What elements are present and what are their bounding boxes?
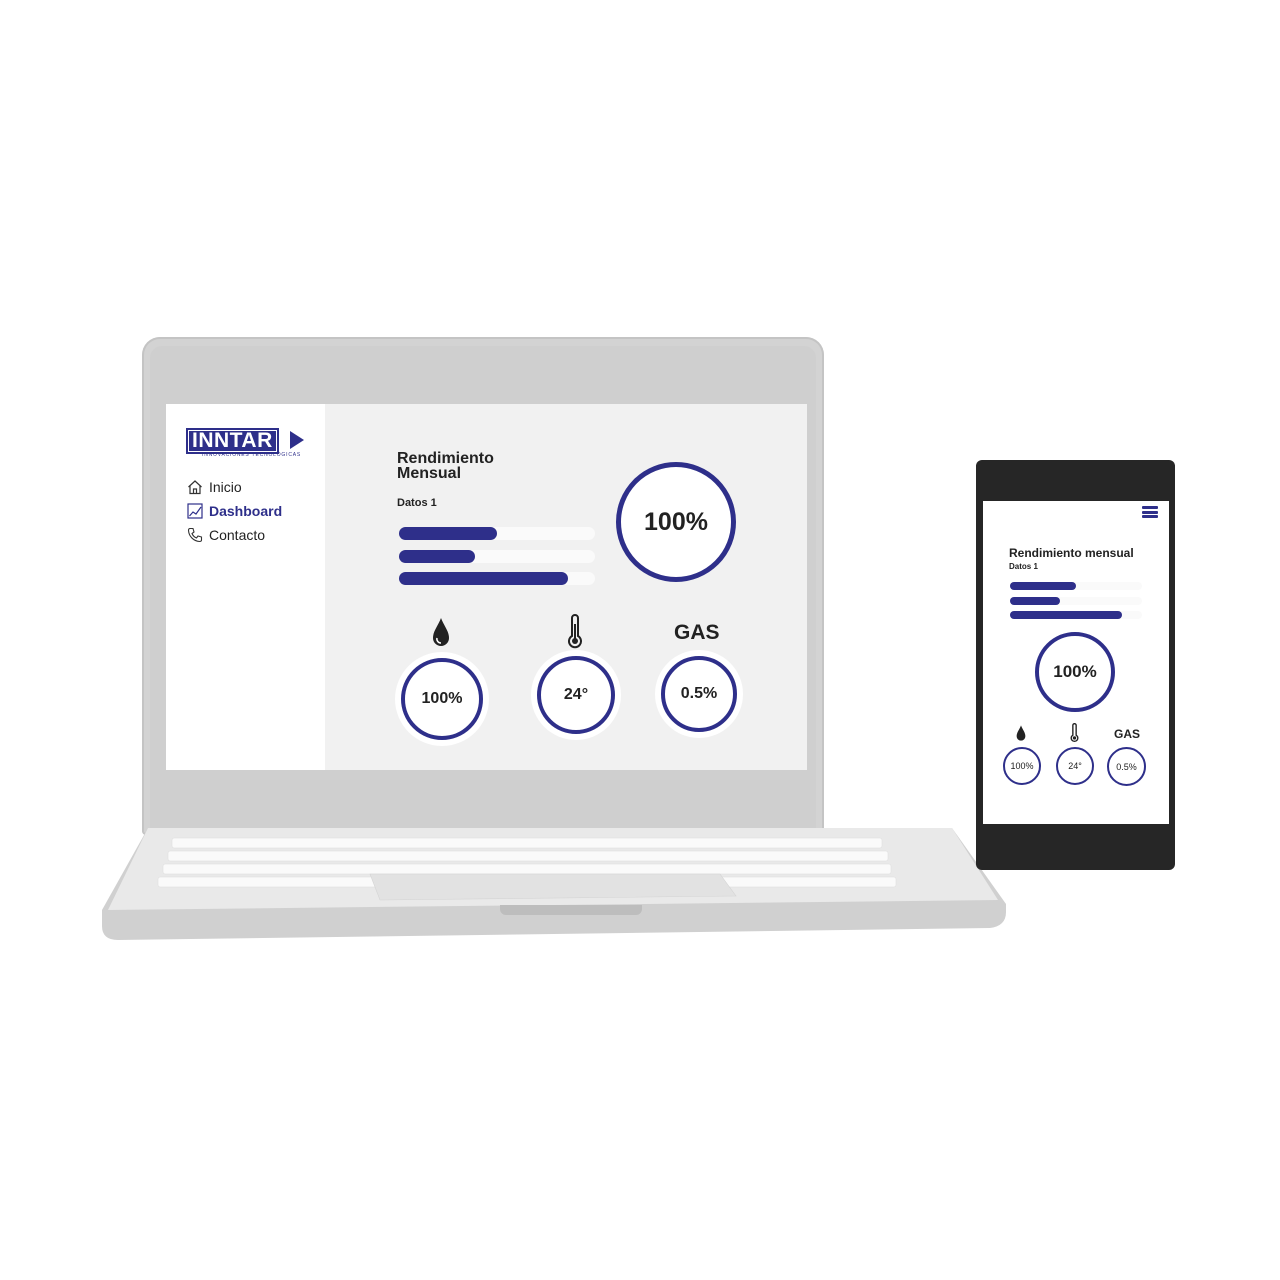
- temperature-gauge: 24°: [1056, 747, 1094, 785]
- progress-bar-2: [399, 550, 595, 563]
- brand-name: INNTAR: [186, 428, 279, 454]
- sidebar-item-label: Contacto: [209, 527, 266, 543]
- progress-bar-fill: [1010, 582, 1076, 590]
- laptop-hinge-notch: [500, 905, 642, 915]
- progress-bar-fill: [399, 527, 497, 540]
- water-drop-icon: [1016, 725, 1026, 741]
- chart-icon: [187, 503, 203, 519]
- page-title: Rendimiento Mensual: [397, 450, 494, 482]
- gas-gauge: 0.5%: [1107, 747, 1146, 786]
- water-gauge: 100%: [401, 658, 483, 740]
- page-title: Rendimiento mensual: [1009, 546, 1134, 560]
- main-gauge: 100%: [1035, 632, 1115, 712]
- sidebar-item-inicio[interactable]: Inicio: [187, 477, 242, 497]
- sidebar-item-contacto[interactable]: Contacto: [187, 525, 265, 545]
- water-gauge: 100%: [1003, 747, 1041, 785]
- gas-gauge: 0.5%: [661, 656, 737, 732]
- phone-icon: [187, 527, 203, 543]
- progress-bar-2: [1010, 597, 1142, 605]
- trackpad[interactable]: [369, 873, 737, 901]
- progress-bar-3: [1010, 611, 1142, 619]
- laptop-base: [102, 828, 1006, 940]
- water-drop-icon: [433, 618, 449, 646]
- main-gauge: 100%: [616, 462, 736, 582]
- brand-logo[interactable]: INNTAR INNOVACIONES TECNOLÓGICAS: [186, 428, 304, 460]
- datos-label: Datos 1: [397, 497, 437, 509]
- logo-arrow-icon: [290, 431, 304, 449]
- progress-bar-fill: [399, 550, 476, 563]
- progress-bar-fill: [399, 572, 568, 585]
- gas-label: GAS: [1114, 727, 1141, 741]
- sidebar-item-dashboard[interactable]: Dashboard: [187, 501, 282, 521]
- progress-bar-fill: [1010, 611, 1123, 619]
- progress-bar-3: [399, 572, 595, 585]
- laptop-screen: INNTAR INNOVACIONES TECNOLÓGICAS Inicio …: [166, 404, 807, 770]
- thermometer-icon: [1070, 723, 1079, 743]
- home-icon: [188, 480, 202, 495]
- hamburger-menu-icon[interactable]: [1142, 506, 1158, 518]
- thermometer-icon: [568, 614, 582, 649]
- progress-bar-1: [399, 527, 595, 540]
- sidebar: INNTAR INNOVACIONES TECNOLÓGICAS Inicio …: [166, 404, 325, 770]
- phone-screen: Rendimiento mensual Datos 1 100% GAS 100…: [983, 501, 1169, 824]
- sidebar-item-label: Dashboard: [209, 503, 283, 519]
- progress-bar-fill: [1010, 597, 1061, 605]
- gas-label: GAS: [674, 621, 720, 644]
- sidebar-item-label: Inicio: [209, 479, 242, 495]
- datos-label: Datos 1: [1009, 562, 1038, 571]
- temperature-gauge: 24°: [537, 656, 615, 734]
- brand-tagline: INNOVACIONES TECNOLÓGICAS: [202, 452, 301, 458]
- progress-bar-1: [1010, 582, 1142, 590]
